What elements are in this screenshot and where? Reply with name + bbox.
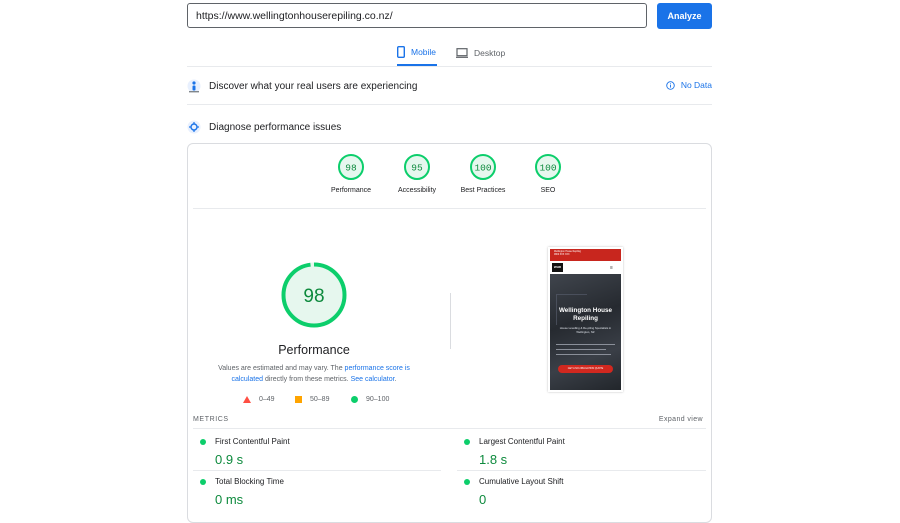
metric-fcp-value: 0.9 s <box>215 452 244 467</box>
tab-mobile-label: Mobile <box>411 47 437 57</box>
performance-gauge: 98 <box>281 262 347 328</box>
expand-view-button[interactable]: Expand view <box>659 416 703 423</box>
score-label-best-practices: Best Practices <box>460 187 506 194</box>
metric-lcp-value: 1.8 s <box>479 452 508 467</box>
note-end: . <box>394 376 397 383</box>
metric-tbt-name: Total Blocking Time <box>215 477 284 486</box>
tab-mobile[interactable]: Mobile <box>397 40 437 66</box>
score-value-performance: 98 <box>345 163 357 174</box>
tab-desktop[interactable]: Desktop <box>456 40 505 66</box>
score-value-accessibility: 95 <box>411 163 423 174</box>
section-divider <box>187 104 712 105</box>
metric-cls-value: 0 <box>479 492 487 507</box>
score-note: Values are estimated and may vary. The p… <box>211 363 417 385</box>
note-prefix: Values are estimated and may vary. The <box>218 365 343 372</box>
vertical-separator <box>450 293 451 349</box>
metric-lcp: Largest Contentful Paint 1.8 s <box>457 437 699 467</box>
score-value-seo: 100 <box>539 163 556 174</box>
metric-lcp-name: Largest Contentful Paint <box>479 437 565 446</box>
legend-fail: 0–49 <box>243 396 275 403</box>
legend-pass-label: 90–100 <box>366 396 390 403</box>
real-users-title: Discover what your real users are experi… <box>209 80 418 92</box>
legend-average: 50–89 <box>295 396 329 403</box>
diagnose-icon <box>187 120 201 134</box>
preview-cta: GET A NO-OBLIGATION QUOTE <box>558 365 613 373</box>
diagnose-section: Diagnose performance issues <box>187 119 712 135</box>
pass-dot-icon <box>200 478 206 485</box>
performance-score-value: 98 <box>303 286 324 307</box>
circle-icon <box>351 396 358 403</box>
page-screenshot-preview: Wellington House Repiling 0800 XXX XXX W… <box>548 247 623 392</box>
pass-dot-icon <box>464 438 470 445</box>
preview-heading: Wellington House Repiling <box>558 307 613 322</box>
real-users-section: Discover what your real users are experi… <box>187 78 712 94</box>
menu-icon: ≡ <box>610 265 613 271</box>
preview-top-bar: Wellington House Repiling 0800 XXX XXX <box>550 249 621 261</box>
pass-dot-icon <box>464 478 470 485</box>
info-icon <box>666 80 675 90</box>
metrics-divider <box>193 428 706 429</box>
preview-top-line2: 0800 XXX XXX <box>554 254 570 257</box>
score-gauge-accessibility[interactable]: 95 Accessibility <box>392 153 442 194</box>
score-label-performance: Performance <box>330 187 372 194</box>
no-data-label: No Data <box>680 80 712 90</box>
square-icon <box>295 396 302 403</box>
metric-tbt: Total Blocking Time 0 ms <box>193 477 435 507</box>
tab-desktop-label: Desktop <box>474 48 506 58</box>
metric-row-divider <box>193 470 441 471</box>
score-gauge-performance[interactable]: 98 Performance <box>326 153 376 194</box>
triangle-icon <box>243 396 251 403</box>
desktop-icon <box>456 48 468 58</box>
score-value-best-practices: 100 <box>474 163 491 174</box>
mobile-icon <box>397 46 405 58</box>
url-input[interactable] <box>187 3 647 28</box>
preview-sub2: Wellington, NZ <box>576 330 595 335</box>
see-calculator-link[interactable]: See calculator <box>351 376 395 383</box>
score-gauge-seo[interactable]: 100 SEO <box>523 153 573 194</box>
note-middle: directly from these metrics. <box>264 376 349 383</box>
diagnose-title: Diagnose performance issues <box>209 121 342 133</box>
metric-fcp-name: First Contentful Paint <box>215 437 290 446</box>
metric-row-divider <box>457 470 706 471</box>
metric-fcp: First Contentful Paint 0.9 s <box>193 437 435 467</box>
no-data-status[interactable]: No Data <box>666 80 712 90</box>
score-gauge-best-practices[interactable]: 100 Best Practices <box>458 153 508 194</box>
legend-average-label: 50–89 <box>310 396 330 403</box>
scores-divider <box>193 208 706 209</box>
analyze-button[interactable]: Analyze <box>657 3 712 29</box>
metric-tbt-value: 0 ms <box>215 492 244 507</box>
users-experience-icon <box>187 79 201 93</box>
score-label-accessibility: Accessibility <box>397 187 437 194</box>
metric-cls-name: Cumulative Layout Shift <box>479 477 564 486</box>
score-label-seo: SEO <box>540 187 556 194</box>
preview-hero: Wellington House Repiling House Levellin… <box>550 274 621 390</box>
legend-pass: 90–100 <box>351 396 389 403</box>
tabs-divider <box>187 66 712 67</box>
metrics-heading: METRICS <box>193 416 229 423</box>
pass-dot-icon <box>200 438 206 445</box>
metric-cls: Cumulative Layout Shift 0 <box>457 477 699 507</box>
legend-fail-label: 0–49 <box>259 396 275 403</box>
preview-logo: WHR <box>552 263 563 272</box>
performance-title: Performance <box>278 343 350 357</box>
